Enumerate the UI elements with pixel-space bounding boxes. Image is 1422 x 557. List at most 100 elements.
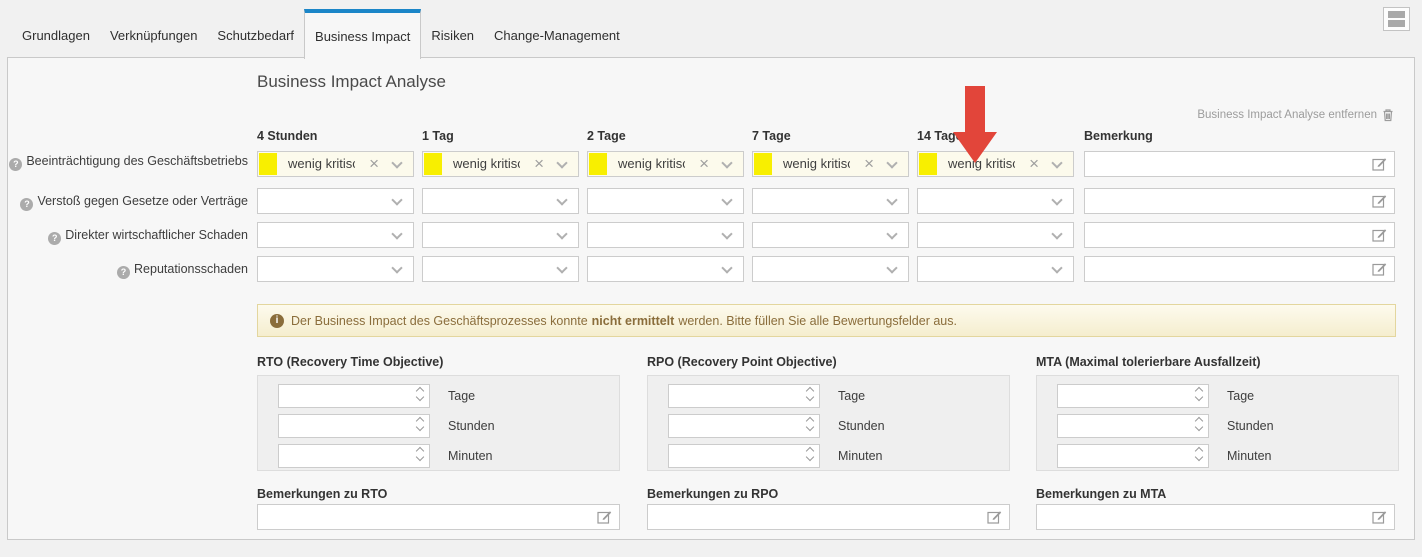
spinner-arrows-icon[interactable]: [807, 388, 813, 400]
rpo-remark-input[interactable]: [647, 504, 1010, 530]
layout-panels-icon[interactable]: [1383, 7, 1410, 31]
remark-input[interactable]: [1084, 188, 1395, 214]
clear-selection-icon[interactable]: ×: [534, 152, 544, 176]
spinner-arrows-icon[interactable]: [1196, 388, 1202, 400]
severity-color-chip: [424, 153, 442, 175]
mta-stunden-input[interactable]: [1057, 414, 1209, 438]
rto-remark-title: Bemerkungen zu RTO: [257, 487, 387, 501]
chevron-down-icon: [556, 194, 567, 205]
remark-input[interactable]: [1084, 222, 1395, 248]
dropdown-beeintraechtigung-1tag[interactable]: wenig kritisch ×: [422, 151, 579, 177]
remove-bia-button[interactable]: Business Impact Analyse entfernen: [1197, 108, 1394, 122]
dropdown-verstoss-2tage[interactable]: [587, 188, 744, 214]
dropdown-schaden-14tage[interactable]: [917, 222, 1074, 248]
remark-input[interactable]: [1084, 256, 1395, 282]
chevron-down-icon: [556, 157, 567, 168]
clear-selection-icon[interactable]: ×: [1029, 152, 1039, 176]
rto-remark-input[interactable]: [257, 504, 620, 530]
clear-selection-icon[interactable]: ×: [369, 152, 379, 176]
clear-selection-icon[interactable]: ×: [864, 152, 874, 176]
edit-icon[interactable]: [1372, 194, 1387, 208]
spinner-arrows-icon[interactable]: [417, 448, 423, 460]
trash-icon: [1382, 108, 1394, 122]
dropdown-beeintraechtigung-7tage[interactable]: wenig kritisch ×: [752, 151, 909, 177]
rto-tage-input[interactable]: [278, 384, 430, 408]
clear-selection-icon[interactable]: ×: [699, 152, 709, 176]
business-impact-screen: Grundlagen Verknüpfungen Schutzbedarf Bu…: [0, 0, 1422, 557]
rpo-tage-input[interactable]: [668, 384, 820, 408]
edit-icon[interactable]: [987, 510, 1002, 524]
row-label-verstoss: ?Verstoß gegen Gesetze oder Verträge: [8, 193, 248, 211]
mta-remark-field: [1036, 504, 1395, 530]
page-title: Business Impact Analyse: [257, 72, 446, 92]
remark-input[interactable]: [1084, 151, 1395, 177]
severity-color-chip: [919, 153, 937, 175]
col-header-7-tage: 7 Tage: [752, 129, 791, 143]
col-header-1-tag: 1 Tag: [422, 129, 454, 143]
mta-remark-title: Bemerkungen zu MTA: [1036, 487, 1166, 501]
rto-minuten-input[interactable]: [278, 444, 430, 468]
dropdown-beeintraechtigung-14tage[interactable]: wenig kritisch ×: [917, 151, 1074, 177]
tab-change-management[interactable]: Change-Management: [484, 8, 630, 58]
edit-icon[interactable]: [1372, 510, 1387, 524]
tab-verknuepfungen[interactable]: Verknüpfungen: [100, 8, 207, 58]
tab-grundlagen[interactable]: Grundlagen: [12, 8, 100, 58]
spinner-arrows-icon[interactable]: [807, 448, 813, 460]
remark-field-beeintraechtigung: [1084, 151, 1395, 177]
rpo-stunden-input[interactable]: [668, 414, 820, 438]
mta-title: MTA (Maximal tolerierbare Ausfallzeit): [1036, 355, 1261, 369]
dropdown-verstoss-4std[interactable]: [257, 188, 414, 214]
severity-color-chip: [259, 153, 277, 175]
dropdown-reputation-2tage[interactable]: [587, 256, 744, 282]
rpo-box: Tage Stunden Minuten: [647, 375, 1010, 471]
dropdown-reputation-7tage[interactable]: [752, 256, 909, 282]
edit-icon[interactable]: [1372, 228, 1387, 242]
spinner-arrows-icon[interactable]: [417, 388, 423, 400]
col-header-bemerkung: Bemerkung: [1084, 129, 1153, 143]
dropdown-reputation-14tage[interactable]: [917, 256, 1074, 282]
chevron-down-icon: [721, 262, 732, 273]
dropdown-schaden-7tage[interactable]: [752, 222, 909, 248]
dropdown-schaden-2tage[interactable]: [587, 222, 744, 248]
info-alert: i Der Business Impact des Geschäftsproze…: [257, 304, 1396, 337]
severity-color-chip: [589, 153, 607, 175]
dropdown-schaden-4std[interactable]: [257, 222, 414, 248]
rto-stunden-input[interactable]: [278, 414, 430, 438]
spinner-arrows-icon[interactable]: [1196, 418, 1202, 430]
spinner-arrows-icon[interactable]: [417, 418, 423, 430]
help-icon[interactable]: ?: [48, 232, 61, 245]
remark-field-verstoss: [1084, 188, 1395, 214]
help-icon[interactable]: ?: [9, 158, 22, 171]
dropdown-beeintraechtigung-2tage[interactable]: wenig kritisch ×: [587, 151, 744, 177]
dropdown-schaden-1tag[interactable]: [422, 222, 579, 248]
help-icon[interactable]: ?: [117, 266, 130, 279]
row-label-beeintraechtigung: ?Beeinträchtigung des Geschäftsbetriebs: [8, 153, 248, 171]
tab-business-impact[interactable]: Business Impact: [304, 9, 421, 59]
edit-icon[interactable]: [1372, 262, 1387, 276]
dropdown-beeintraechtigung-4std[interactable]: wenig kritisch ×: [257, 151, 414, 177]
tab-schutzbedarf[interactable]: Schutzbedarf: [207, 8, 304, 58]
col-header-2-tage: 2 Tage: [587, 129, 626, 143]
edit-icon[interactable]: [1372, 157, 1387, 171]
dropdown-verstoss-7tage[interactable]: [752, 188, 909, 214]
chevron-down-icon: [721, 157, 732, 168]
mta-minuten-input[interactable]: [1057, 444, 1209, 468]
row-label-wirtschaftlicher-schaden: ?Direkter wirtschaftlicher Schaden: [8, 227, 248, 245]
edit-icon[interactable]: [597, 510, 612, 524]
dropdown-reputation-1tag[interactable]: [422, 256, 579, 282]
chevron-down-icon: [556, 228, 567, 239]
col-header-4-stunden: 4 Stunden: [257, 129, 317, 143]
spinner-arrows-icon[interactable]: [807, 418, 813, 430]
mta-tage-input[interactable]: [1057, 384, 1209, 408]
dropdown-verstoss-1tag[interactable]: [422, 188, 579, 214]
tab-risiken[interactable]: Risiken: [421, 8, 484, 58]
severity-color-chip: [754, 153, 772, 175]
chevron-down-icon: [1051, 194, 1062, 205]
spinner-arrows-icon[interactable]: [1196, 448, 1202, 460]
rpo-minuten-input[interactable]: [668, 444, 820, 468]
help-icon[interactable]: ?: [20, 198, 33, 211]
mta-remark-input[interactable]: [1036, 504, 1395, 530]
rto-box: Tage Stunden Minuten: [257, 375, 620, 471]
dropdown-verstoss-14tage[interactable]: [917, 188, 1074, 214]
dropdown-reputation-4std[interactable]: [257, 256, 414, 282]
